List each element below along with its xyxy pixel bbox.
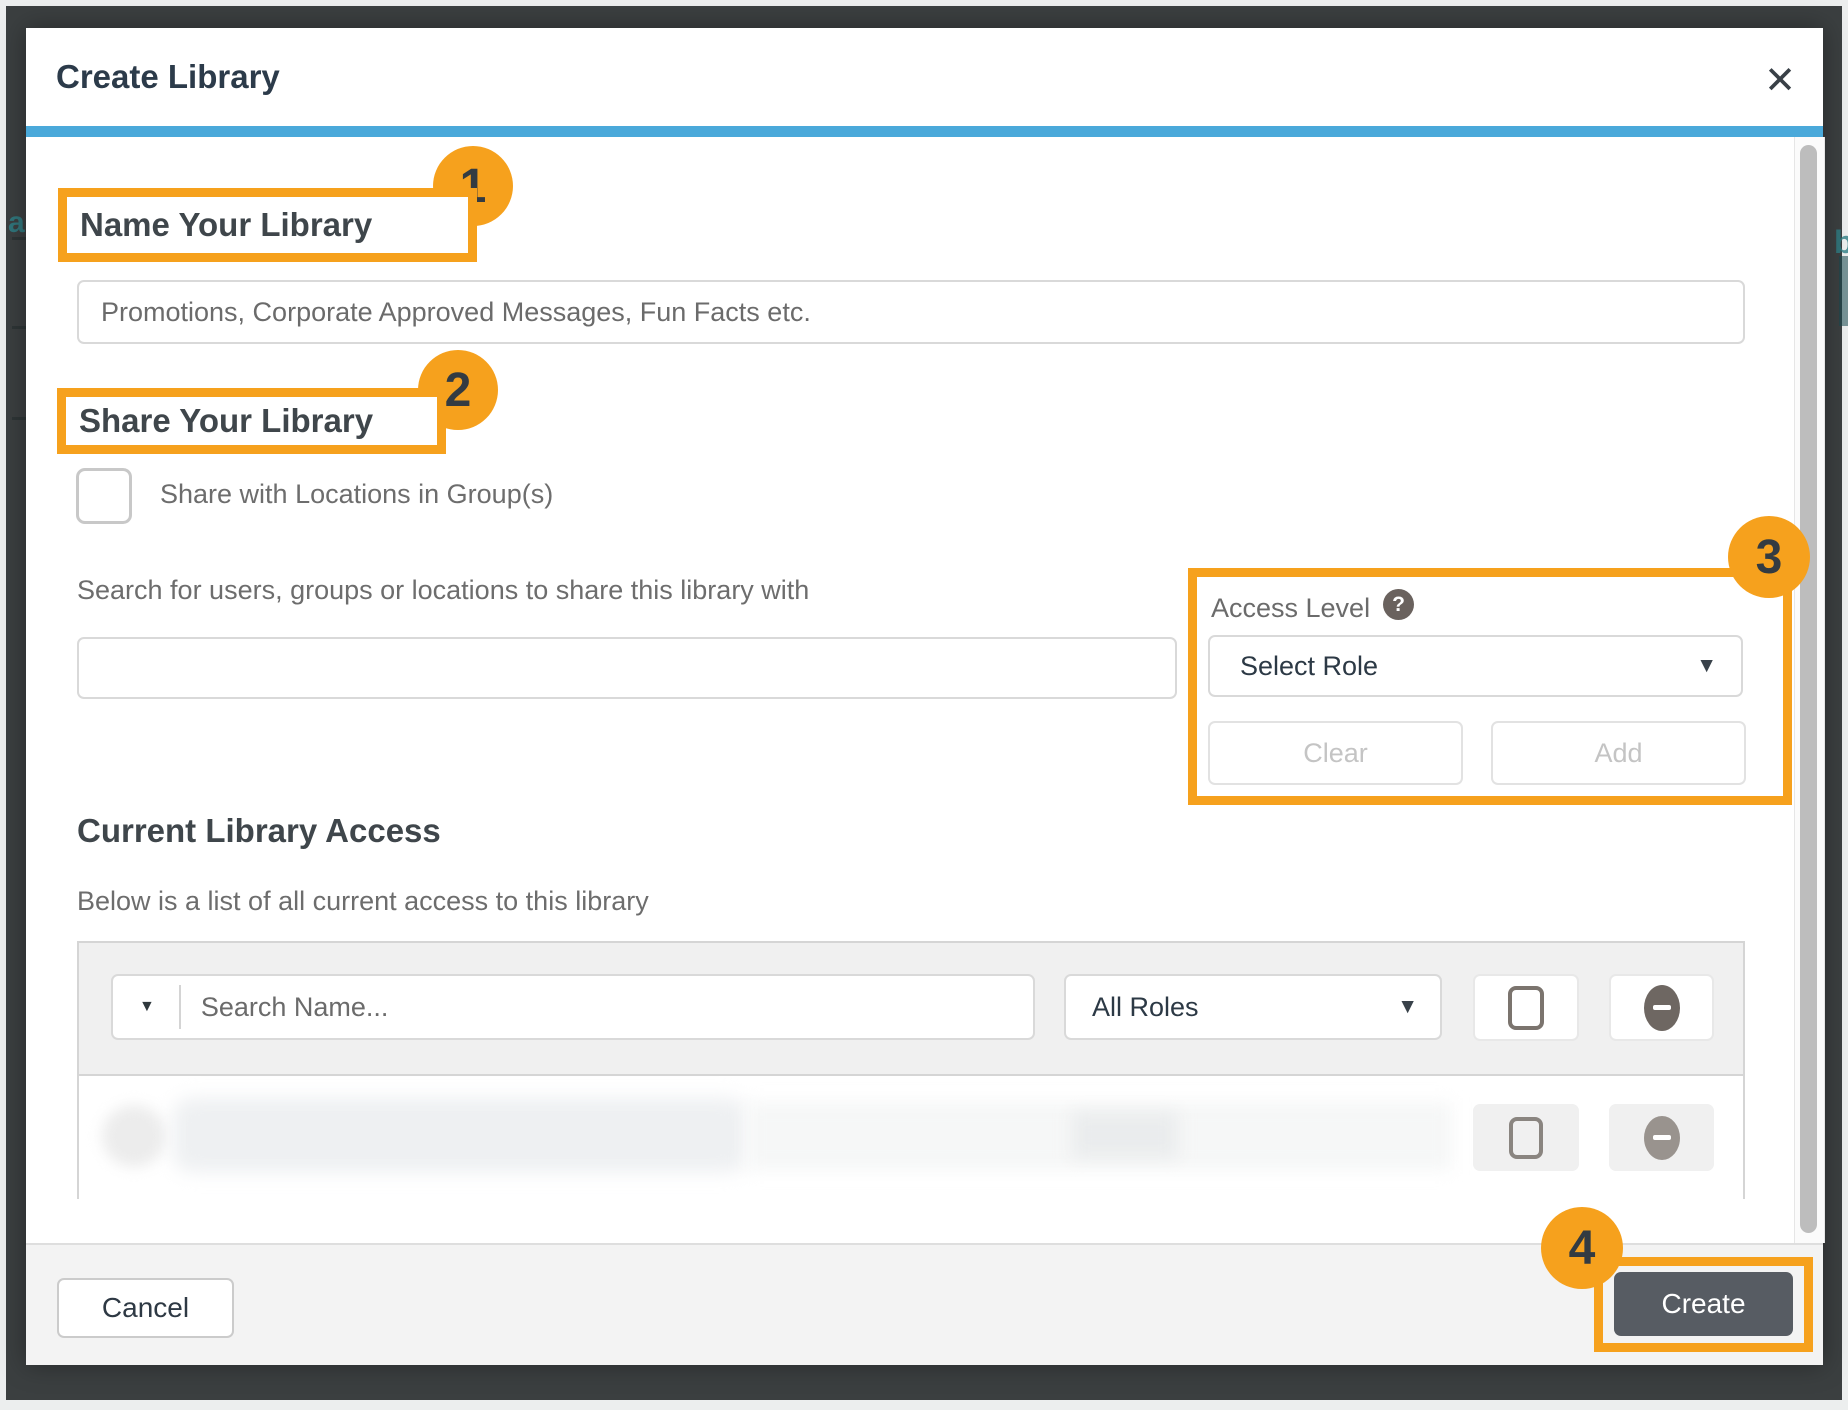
search-filter-caret-icon[interactable]: ▼ [139, 998, 155, 1016]
create-button[interactable]: Create [1614, 1272, 1793, 1336]
chevron-down-icon: ▼ [1696, 654, 1717, 678]
add-button[interactable]: Add [1491, 721, 1746, 785]
row-select-button[interactable] [1473, 1104, 1579, 1171]
scrollbar-thumb[interactable] [1800, 145, 1817, 1233]
create-library-dialog: Create Library ✕ 1 Name Your Library 2 S… [26, 28, 1823, 1365]
checkbox-icon [1508, 986, 1544, 1030]
search-separator [179, 985, 181, 1029]
roles-filter-select[interactable]: All Roles ▼ [1064, 974, 1442, 1040]
row-remove-button[interactable] [1609, 1104, 1714, 1171]
minus-icon [1644, 985, 1680, 1031]
dialog-title: Create Library [56, 58, 280, 96]
table-row [79, 1076, 1743, 1199]
annotation-badge-4: 4 [1541, 1207, 1623, 1289]
annotation-badge-3: 3 [1728, 516, 1810, 598]
minus-icon [1644, 1116, 1680, 1160]
current-access-table: ▼ All Roles ▼ [77, 941, 1745, 1199]
share-with-groups-label: Share with Locations in Group(s) [160, 478, 553, 510]
scrollbar-track[interactable] [1794, 137, 1825, 1243]
share-search-label: Search for users, groups or locations to… [77, 575, 809, 605]
annotation-box-share: Share Your Library [57, 388, 446, 454]
current-access-subtext: Below is a list of all current access to… [77, 886, 649, 917]
access-level-label: Access Level [1211, 593, 1370, 624]
select-all-button[interactable] [1473, 974, 1579, 1041]
name-search-field[interactable]: ▼ [111, 974, 1035, 1040]
help-icon[interactable]: ? [1383, 589, 1414, 620]
role-select[interactable]: Select Role ▼ [1208, 635, 1743, 697]
share-with-groups-checkbox[interactable] [76, 468, 132, 524]
table-header-row: ▼ All Roles ▼ [79, 943, 1743, 1076]
role-select-value: Select Role [1240, 651, 1378, 682]
annotation-box-name: Name Your Library [58, 188, 477, 262]
close-icon[interactable]: ✕ [1754, 54, 1806, 106]
redacted-avatar [102, 1105, 166, 1167]
background-content-block [1839, 256, 1848, 326]
share-search-input[interactable] [77, 637, 1177, 699]
roles-filter-value: All Roles [1092, 992, 1199, 1023]
redacted-role-cell [1072, 1112, 1178, 1158]
chevron-down-icon: ▼ [1397, 995, 1418, 1019]
library-name-input[interactable] [77, 280, 1745, 344]
share-section-heading: Share Your Library [66, 402, 373, 440]
name-section-heading: Name Your Library [67, 206, 372, 244]
remove-all-button[interactable] [1609, 974, 1714, 1041]
search-name-input[interactable] [199, 991, 983, 1024]
current-access-heading: Current Library Access [77, 812, 441, 850]
header-accent-bar [26, 126, 1823, 137]
access-level-panel: Access Level ? Select Role ▼ Clear Add [1188, 568, 1792, 805]
checkbox-icon [1509, 1117, 1543, 1159]
redacted-name-cell [173, 1098, 747, 1172]
clear-button[interactable]: Clear [1208, 721, 1463, 785]
background-text-fragment-left: a [8, 206, 25, 240]
cancel-button[interactable]: Cancel [57, 1278, 234, 1338]
screen: a b Create Library ✕ 1 Name Your Library… [0, 0, 1848, 1410]
